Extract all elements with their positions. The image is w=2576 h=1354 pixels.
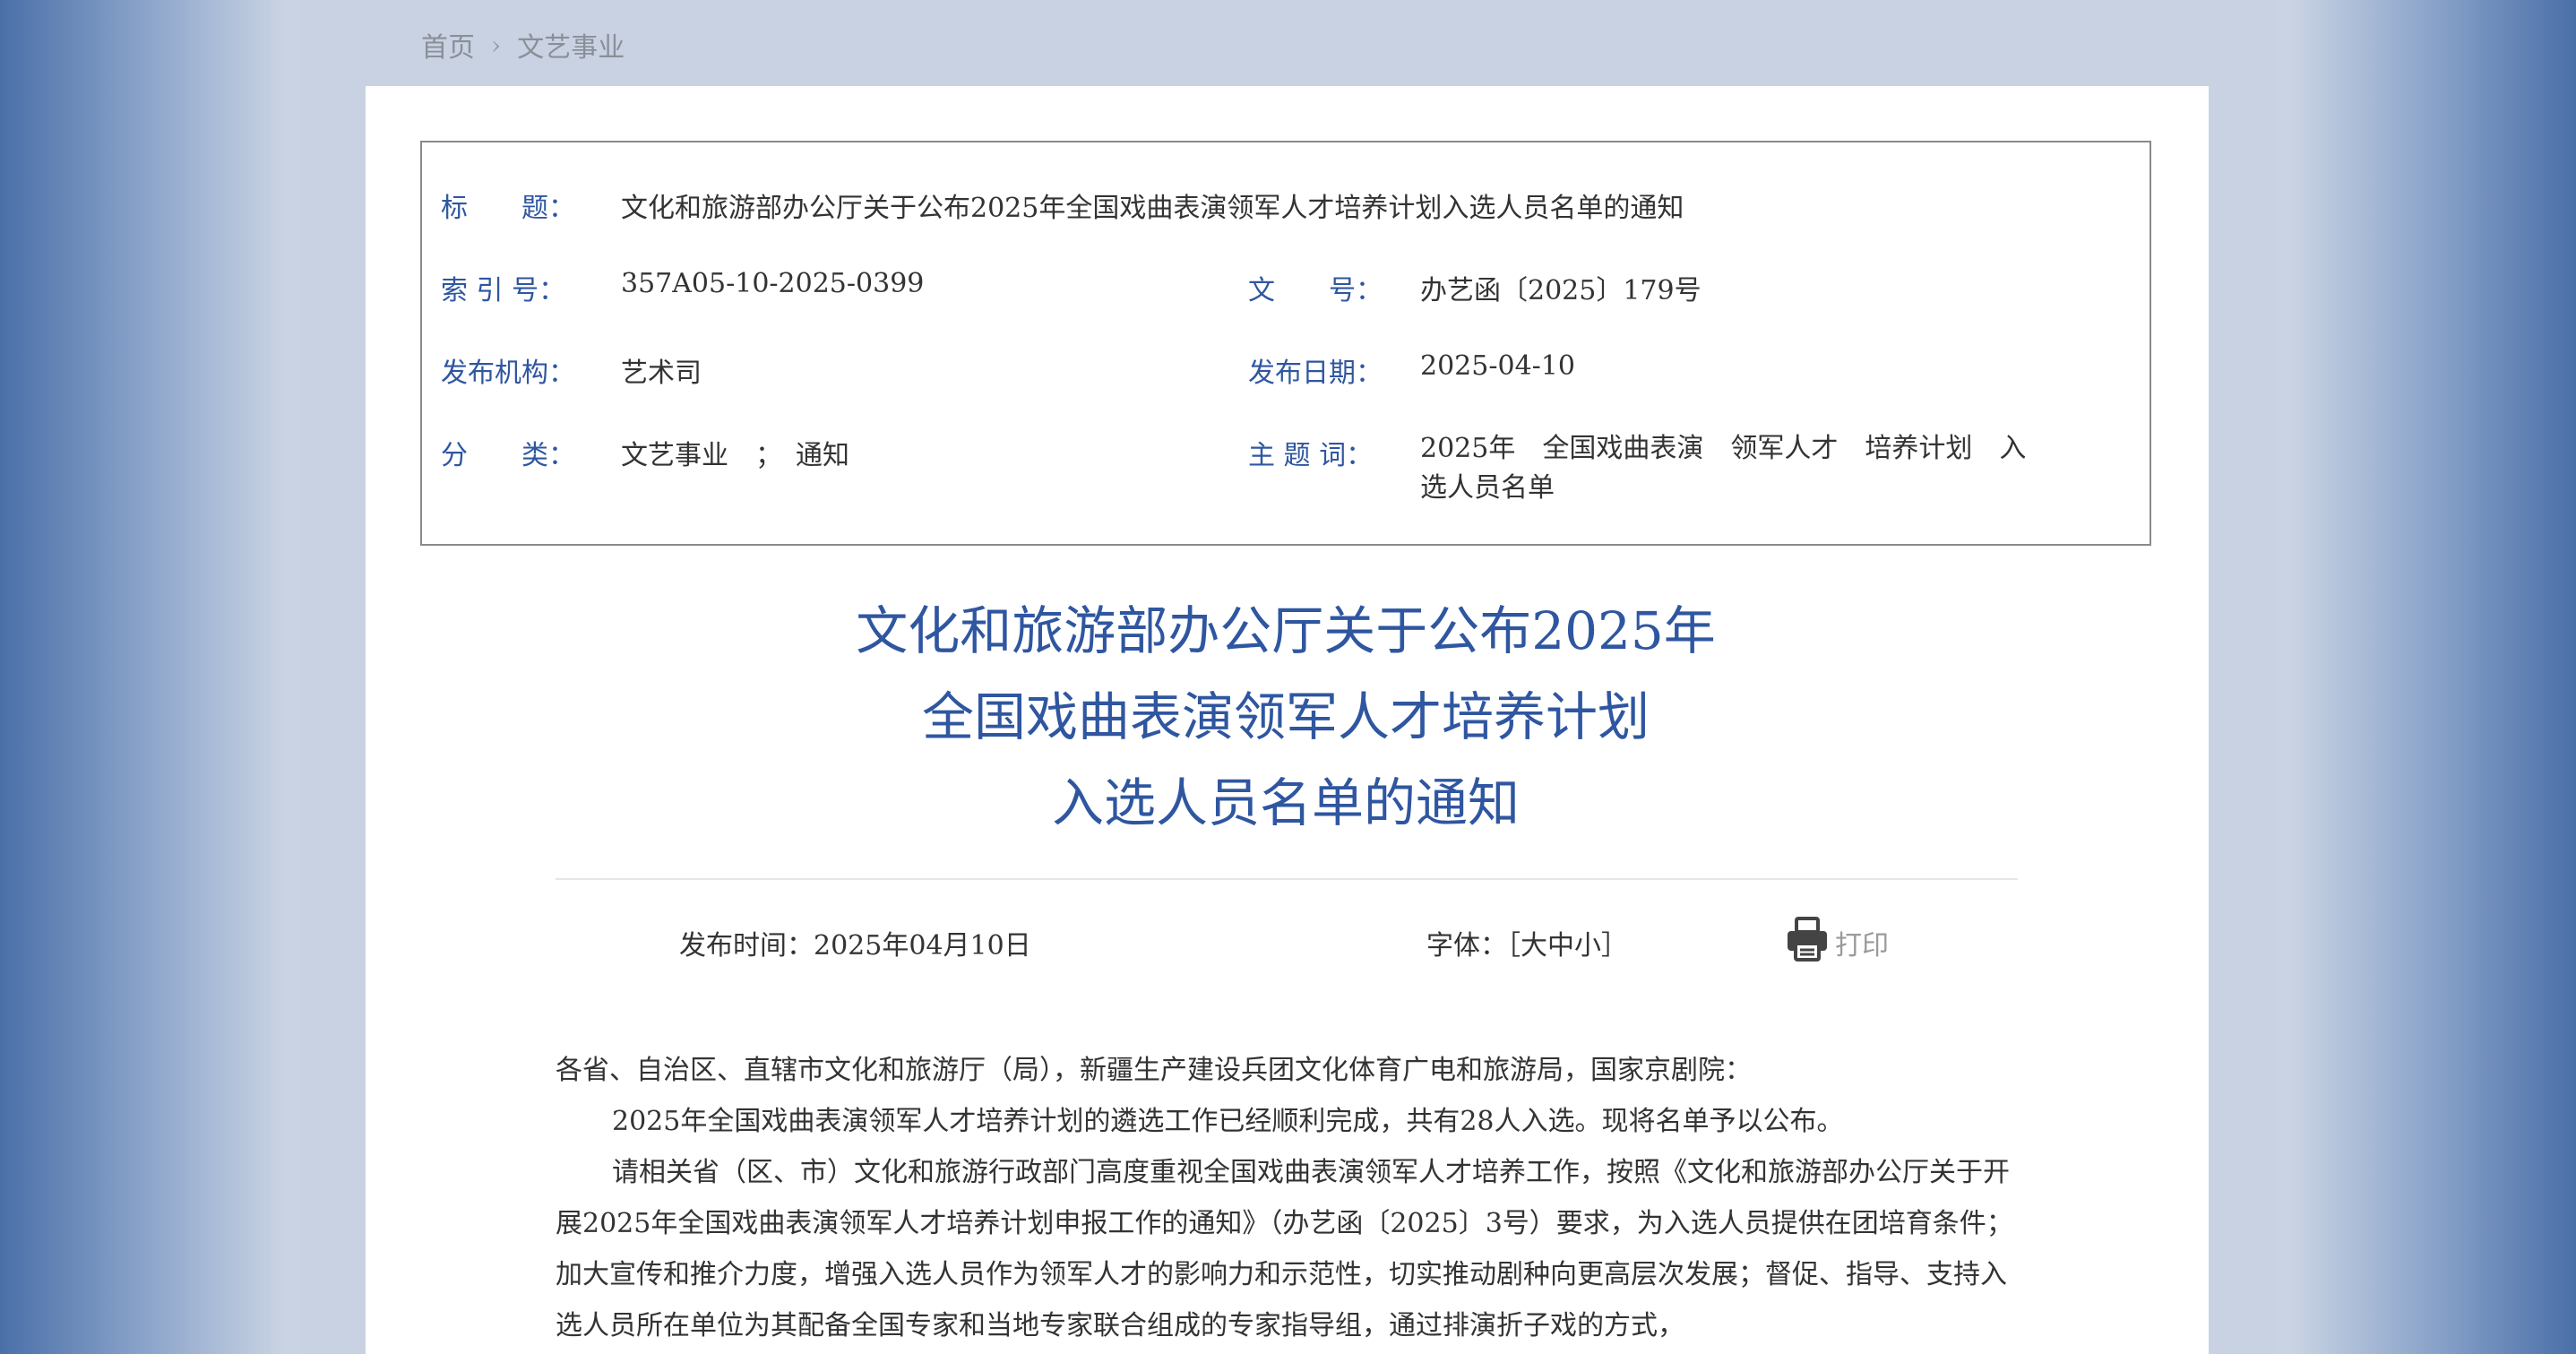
category-label: 分 类：	[441, 440, 575, 471]
chevron-right-icon: ›	[491, 30, 502, 60]
breadcrumb: 首页 › 文艺事业	[421, 25, 625, 65]
font-large-button[interactable]: 大	[1521, 930, 1547, 962]
document-title-line-3: 入选人员名单的通知	[1051, 772, 1520, 833]
font-size-selector: 字体：［大中小］	[1426, 923, 1628, 962]
docno-label: 文 号：	[1248, 275, 1383, 306]
index-value: 357A05-10-2025-0399	[621, 268, 925, 299]
agency-value: 艺术司	[621, 358, 702, 389]
body-paragraph-3: 请相关省（区、市）文化和旅游行政部门高度重视全国戏曲表演领军人才培养工作，按照《…	[556, 1157, 2013, 1341]
font-size-label: 字体：	[1426, 930, 1507, 962]
title-label: 标 题：	[441, 193, 575, 224]
font-small-button[interactable]: 小	[1574, 930, 1601, 962]
date-value: 2025-04-10	[1420, 350, 1575, 382]
document-title: 文化和旅游部办公厅关于公布2025年 全国戏曲表演领军人才培养计划 入选人员名单…	[502, 588, 2070, 846]
date-label: 发布日期：	[1248, 358, 1383, 389]
document-title-line-2: 全国戏曲表演领军人才培养计划	[921, 686, 1650, 747]
publish-time: 发布时间：2025年04月10日	[679, 930, 1031, 962]
font-bracket-close: ］	[1601, 930, 1628, 962]
body-paragraph-1: 各省、自治区、直辖市文化和旅游厅（局），新疆生产建设兵团文化体育广电和旅游局，国…	[556, 1055, 1752, 1086]
document-title-line-1: 文化和旅游部办公厅关于公布2025年	[856, 600, 1716, 661]
breadcrumb-home-link[interactable]: 首页	[421, 25, 475, 65]
breadcrumb-current-link[interactable]: 文艺事业	[517, 25, 625, 65]
document-body: 各省、自治区、直辖市文化和旅游厅（局），新疆生产建设兵团文化体育广电和旅游局，国…	[556, 1045, 2020, 1351]
font-medium-button[interactable]: 中	[1547, 930, 1574, 962]
print-button[interactable]: 打印	[1785, 916, 1889, 970]
index-label: 索 引 号：	[441, 275, 566, 306]
print-label: 打印	[1835, 930, 1889, 962]
font-bracket-open: ［	[1507, 930, 1521, 962]
metadata-table: 标 题： 文化和旅游部办公厅关于公布2025年全国戏曲表演领军人才培养计划入选人…	[420, 141, 2151, 546]
docno-value: 办艺函〔2025〕179号	[1420, 275, 1702, 306]
title-value: 文化和旅游部办公厅关于公布2025年全国戏曲表演领军人才培养计划入选人员名单的通…	[621, 193, 1684, 224]
agency-label: 发布机构：	[441, 358, 575, 389]
printer-icon	[1785, 916, 1830, 970]
keywords-label: 主 题 词：	[1248, 440, 1374, 471]
keywords-value: 2025年 全国戏曲表演 领军人才 培养计划 入选人员名单	[1420, 433, 2027, 504]
category-value: 文艺事业 ； 通知	[621, 440, 849, 471]
title-divider	[556, 878, 2018, 880]
body-paragraph-2: 2025年全国戏曲表演领军人才培养计划的遴选工作已经顺利完成，共有28人入选。现…	[612, 1106, 1844, 1137]
